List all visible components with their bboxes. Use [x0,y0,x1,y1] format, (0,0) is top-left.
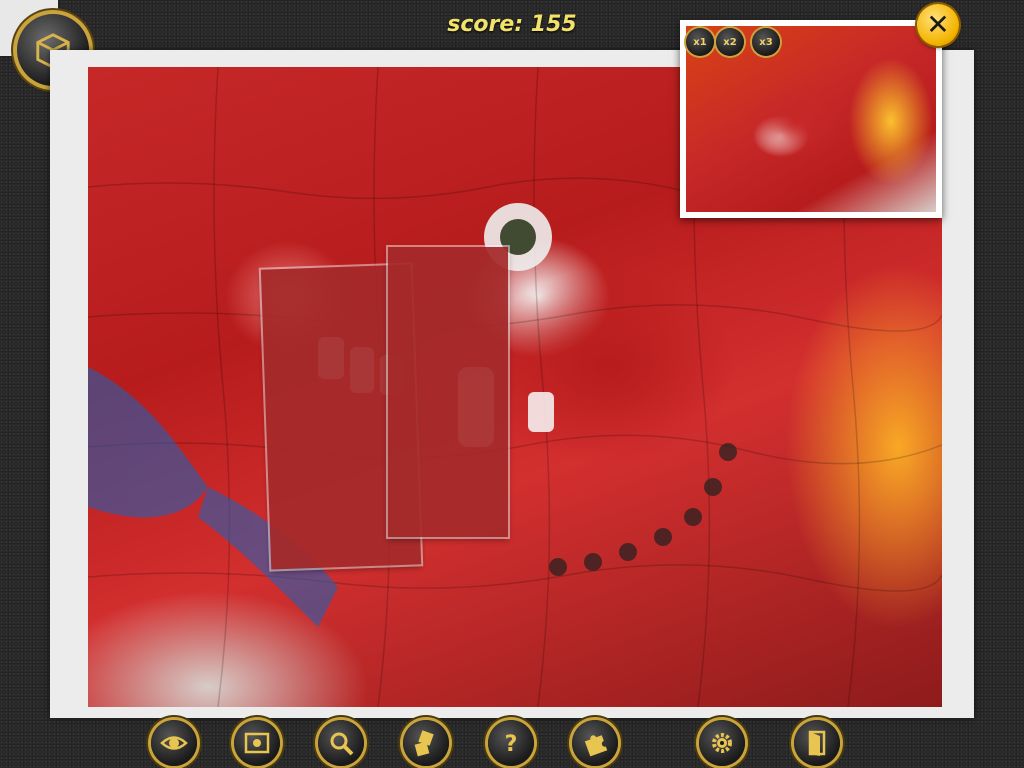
exit-door-icon [808,730,826,756]
magnifier-icon [330,732,354,756]
svg-text:?: ? [505,732,518,757]
magnifier-button[interactable] [318,720,364,766]
background-image-button[interactable] [234,720,280,766]
edge-pieces-button[interactable] [572,720,618,766]
loose-puzzle-piece[interactable] [388,247,508,537]
pieces-sort-icon [414,730,434,757]
zoom-x3-button[interactable]: x3 [752,28,780,56]
reference-preview: x1 x2 x3 [680,20,942,218]
exit-button[interactable] [794,720,840,766]
close-preview-button[interactable]: ✕ [917,4,959,46]
sort-pieces-button[interactable] [403,720,449,766]
zoom-x1-button[interactable]: x1 [686,28,714,56]
zoom-x2-button[interactable]: x2 [716,28,744,56]
close-icon: ✕ [926,8,950,41]
settings-button[interactable] [699,720,745,766]
puzzle-piece-icon [584,735,608,757]
settings-gear-icon [712,733,732,753]
show-picture-button[interactable] [151,720,197,766]
hint-button[interactable]: ? [488,720,534,766]
eye-icon [160,736,188,750]
help-icon: ? [505,732,518,757]
picture-icon [244,732,270,754]
